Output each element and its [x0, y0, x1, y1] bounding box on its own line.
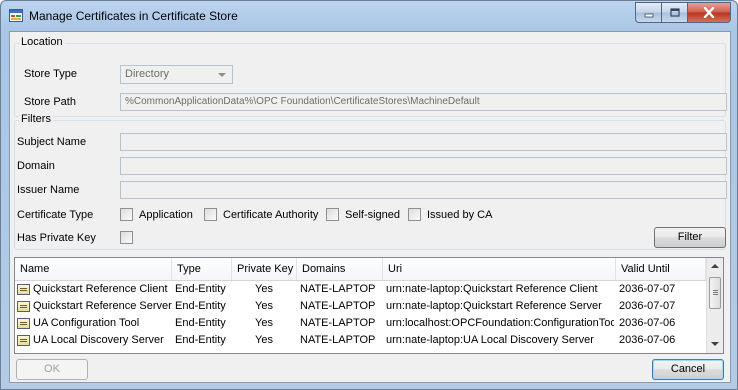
column-header-private-key[interactable]: Private Key — [232, 258, 297, 280]
checkbox-box — [120, 231, 133, 244]
has-private-key-label: Has Private Key — [17, 232, 96, 244]
domain-label: Domain — [17, 160, 55, 172]
issued-by-ca-checkbox-label: Issued by CA — [427, 208, 493, 221]
column-header-uri[interactable]: Uri — [383, 258, 616, 280]
issuer-name-label: Issuer Name — [17, 184, 80, 196]
window-title: Manage Certificates in Certificate Store — [29, 9, 238, 23]
maximize-button[interactable] — [661, 2, 688, 23]
location-legend: Location — [19, 36, 65, 48]
has-private-key-checkbox[interactable] — [120, 231, 139, 244]
caption-buttons — [635, 2, 731, 23]
certificate-icon — [17, 318, 30, 329]
store-type-dropdown[interactable]: Directory — [120, 65, 233, 84]
column-header-type[interactable]: Type — [172, 258, 232, 280]
store-path-label: Store Path — [24, 96, 76, 108]
filters-legend: Filters — [19, 113, 53, 125]
table-row[interactable]: UA Configuration Tool End-Entity Yes NAT… — [15, 316, 706, 331]
issuer-name-input[interactable] — [120, 181, 727, 199]
certificate-authority-checkbox[interactable]: Certificate Authority — [204, 208, 318, 221]
row-valid-until: 2036-07-07 — [619, 300, 676, 312]
row-name: UA Local Discovery Server — [33, 334, 164, 346]
cell-name: UA Configuration Tool — [15, 316, 172, 331]
row-private-key: Yes — [255, 300, 273, 312]
scroll-down-icon[interactable] — [711, 342, 719, 346]
row-name: UA Configuration Tool — [33, 317, 140, 329]
title-bar[interactable]: Manage Certificates in Certificate Store — [1, 1, 737, 31]
checkbox-box — [408, 208, 421, 221]
subject-name-label: Subject Name — [17, 136, 87, 148]
manage-certificates-window: Manage Certificates in Certificate Store… — [0, 0, 738, 390]
row-uri: urn:nate-laptop:Quickstart Reference Ser… — [386, 300, 602, 312]
certificate-authority-checkbox-label: Certificate Authority — [223, 208, 319, 221]
row-name: Quickstart Reference Client — [33, 283, 168, 295]
row-uri: urn:localhost:OPCFoundation:Configuratio… — [386, 317, 614, 329]
location-group: Location Store Type Directory Store Path… — [14, 36, 727, 117]
chevron-down-icon — [218, 73, 226, 77]
store-type-label: Store Type — [24, 68, 77, 80]
close-button[interactable] — [687, 2, 731, 23]
cell-name: Quickstart Reference Server — [15, 299, 172, 314]
minimize-icon — [644, 13, 653, 17]
self-signed-checkbox-label: Self-signed — [345, 208, 401, 221]
maximize-icon — [669, 7, 680, 17]
row-valid-until: 2036-07-06 — [619, 317, 676, 329]
table-row[interactable]: Quickstart Reference Server End-Entity Y… — [15, 299, 706, 314]
cancel-button[interactable]: Cancel — [652, 359, 724, 380]
grip-line — [713, 290, 718, 291]
column-header-valid-until[interactable]: Valid Until — [616, 258, 706, 280]
vertical-scrollbar[interactable] — [706, 258, 723, 353]
minimize-button[interactable] — [635, 2, 662, 23]
row-domains: NATE-LAPTOP — [300, 334, 376, 346]
row-valid-until: 2036-07-06 — [619, 334, 676, 346]
row-name: Quickstart Reference Server — [33, 300, 172, 312]
subject-name-input[interactable] — [120, 133, 727, 151]
column-header-domains[interactable]: Domains — [297, 258, 383, 280]
row-type: End-Entity — [175, 283, 226, 295]
cell-name: Quickstart Reference Client — [15, 282, 172, 297]
column-header-name[interactable]: Name — [15, 258, 172, 280]
grip-line — [713, 294, 718, 295]
table-row[interactable]: UA Local Discovery Server End-Entity Yes… — [15, 333, 706, 348]
grip-line — [713, 292, 718, 293]
issued-by-ca-checkbox[interactable]: Issued by CA — [408, 208, 492, 221]
row-uri: urn:nate-laptop:Quickstart Reference Cli… — [386, 283, 598, 295]
row-domains: NATE-LAPTOP — [300, 300, 376, 312]
certificate-icon — [17, 301, 30, 312]
dialog-body: Location Store Type Directory Store Path… — [9, 31, 731, 383]
ok-button[interactable]: OK — [16, 359, 88, 380]
row-type: End-Entity — [175, 300, 226, 312]
scroll-thumb[interactable] — [709, 277, 721, 309]
application-checkbox-label: Application — [139, 208, 193, 221]
scroll-up-icon[interactable] — [711, 264, 719, 268]
self-signed-checkbox[interactable]: Self-signed — [326, 208, 400, 221]
list-header: Name Type Private Key Domains Uri Valid … — [15, 258, 706, 281]
row-private-key: Yes — [255, 317, 273, 329]
certificate-type-label: Certificate Type — [17, 209, 94, 221]
app-icon — [9, 9, 23, 22]
table-row[interactable]: Quickstart Reference Client End-Entity Y… — [15, 282, 706, 297]
row-valid-until: 2036-07-07 — [619, 283, 676, 295]
row-private-key: Yes — [255, 334, 273, 346]
store-type-value: Directory — [125, 68, 170, 80]
checkbox-box — [204, 208, 217, 221]
filters-group: Filters Subject Name Domain Issuer Name … — [14, 113, 727, 250]
checkbox-box — [326, 208, 339, 221]
checkbox-box — [120, 208, 133, 221]
row-uri: urn:nate-laptop:UA Local Discovery Serve… — [386, 334, 594, 346]
cell-name: UA Local Discovery Server — [15, 333, 172, 348]
domain-input[interactable] — [120, 157, 727, 175]
row-type: End-Entity — [175, 334, 226, 346]
filter-button[interactable]: Filter — [654, 227, 726, 248]
application-checkbox[interactable]: Application — [120, 208, 193, 221]
store-path-field[interactable]: %CommonApplicationData%\OPC Foundation\C… — [120, 93, 727, 111]
row-domains: NATE-LAPTOP — [300, 317, 376, 329]
row-type: End-Entity — [175, 317, 226, 329]
certificate-list[interactable]: Name Type Private Key Domains Uri Valid … — [14, 257, 724, 354]
certificate-icon — [17, 335, 30, 346]
row-private-key: Yes — [255, 283, 273, 295]
certificate-icon — [17, 284, 30, 295]
close-icon — [703, 7, 715, 18]
row-domains: NATE-LAPTOP — [300, 283, 376, 295]
